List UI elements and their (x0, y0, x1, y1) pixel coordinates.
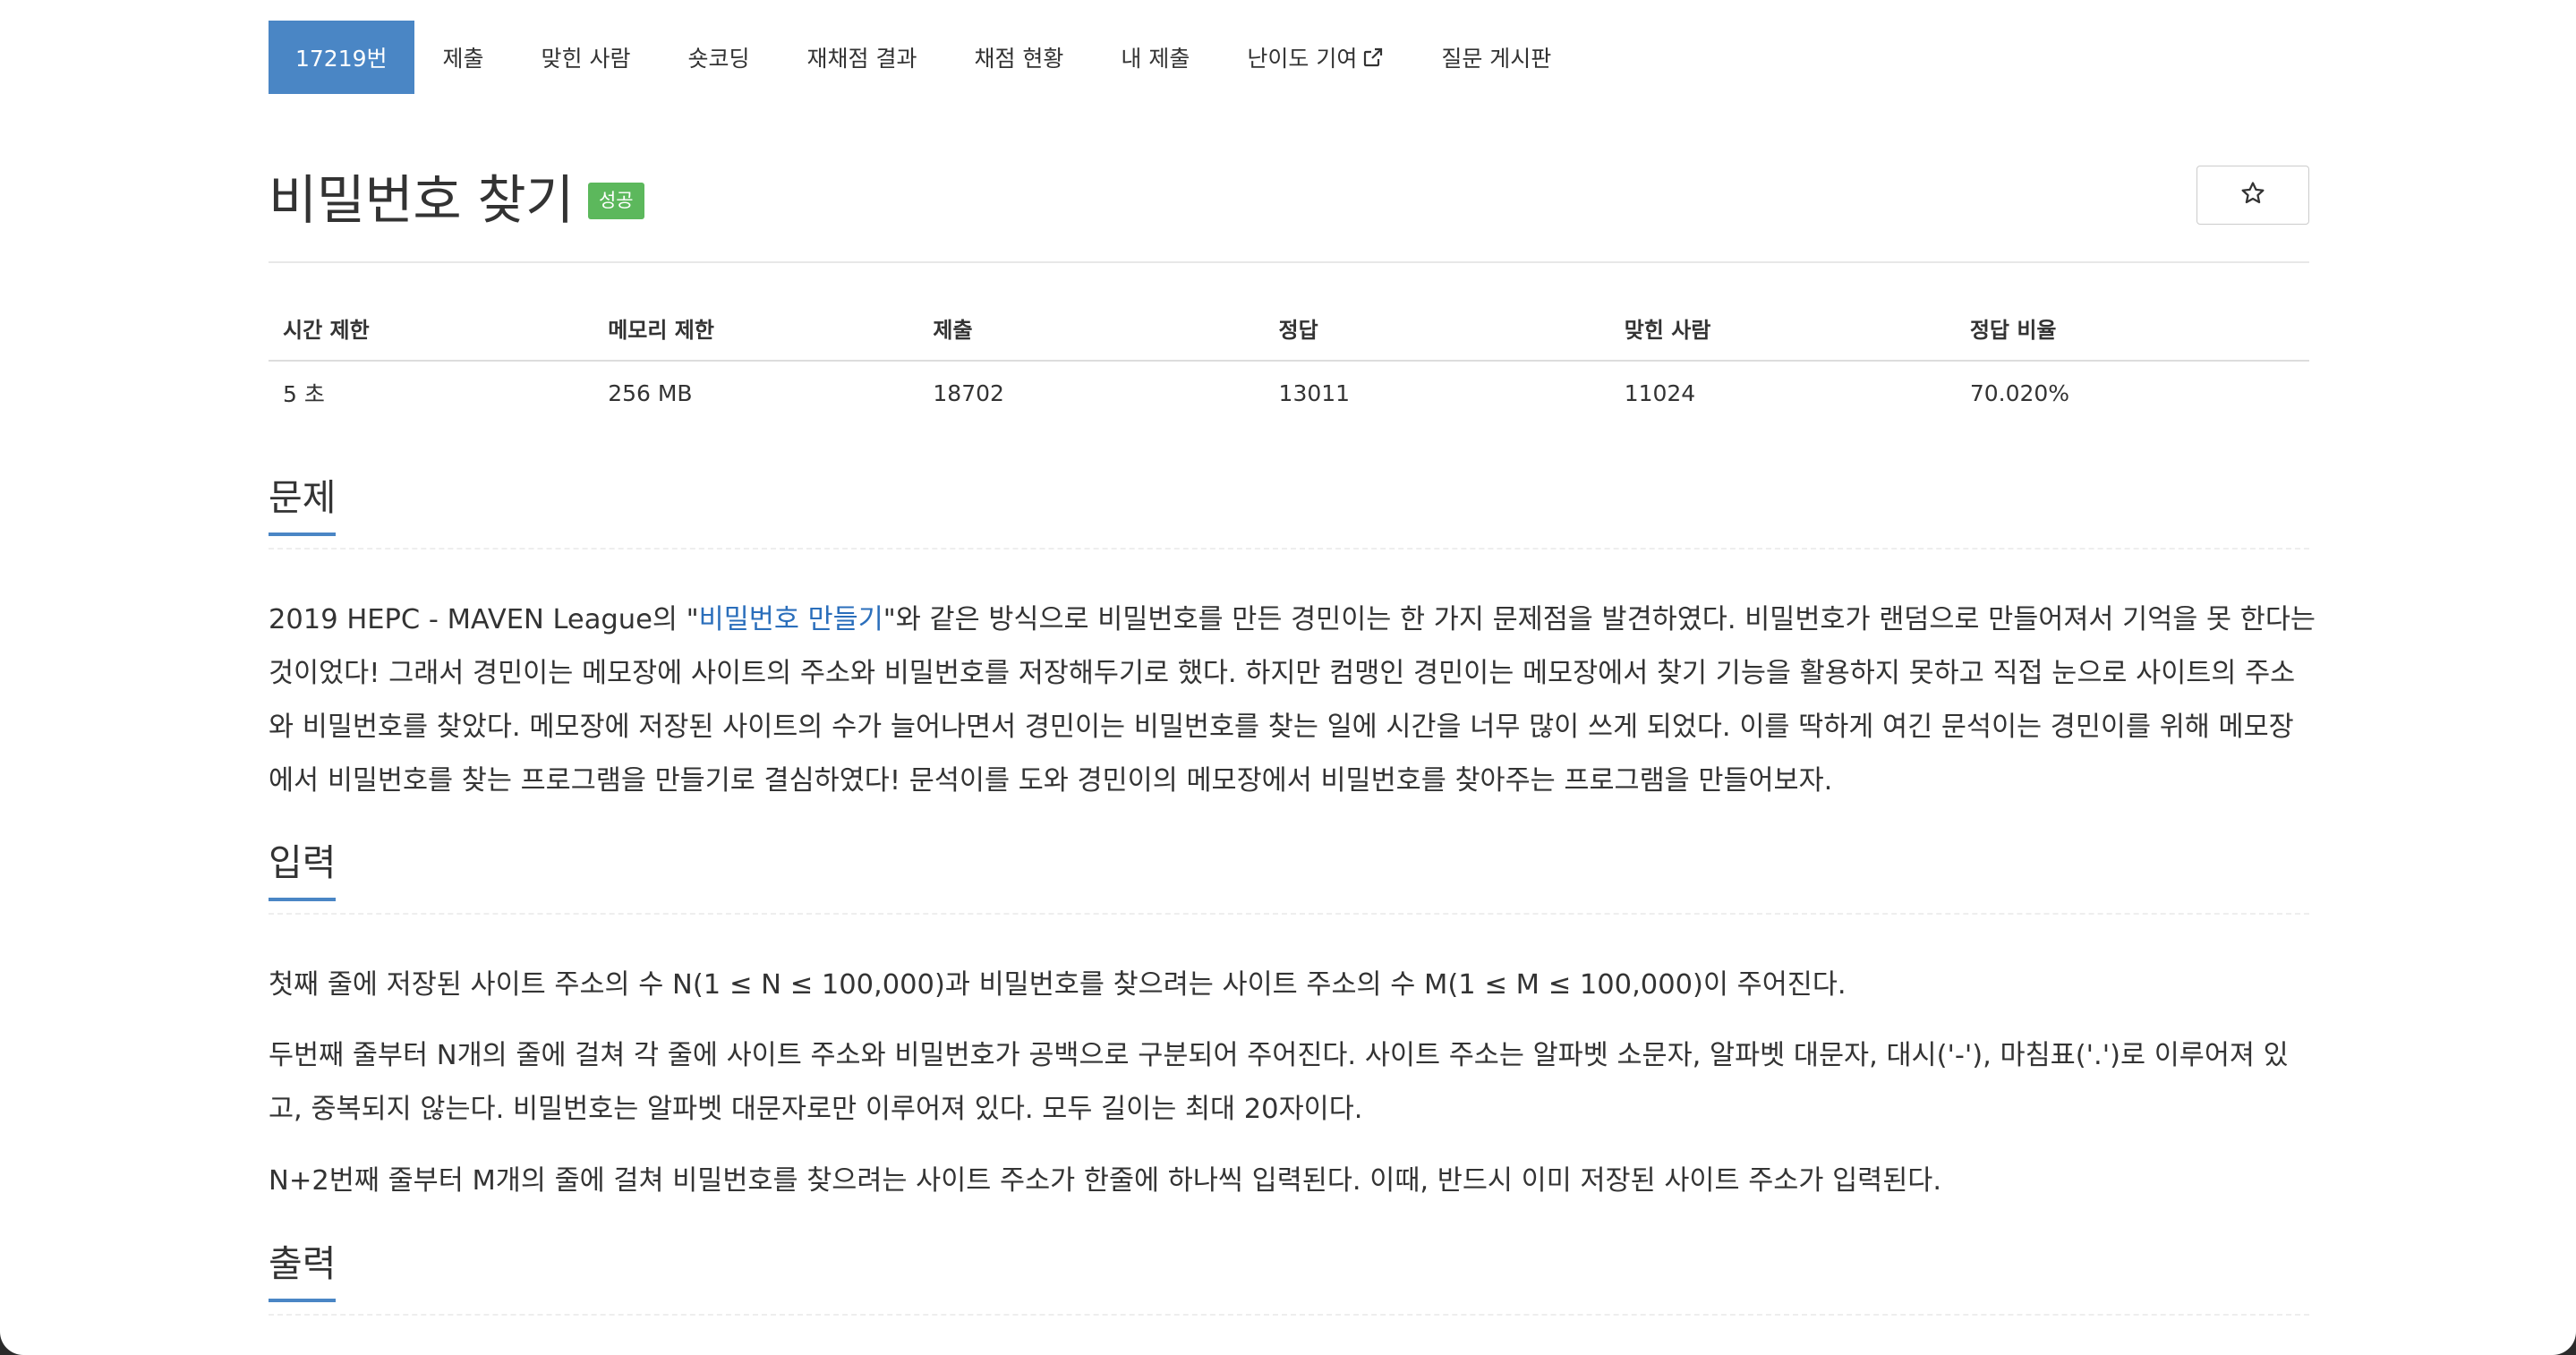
input-paragraph-1: 첫째 줄에 저장된 사이트 주소의 수 N(1 ≤ N ≤ 100,000)과 … (269, 969, 1847, 1001)
related-problem-link[interactable]: 비밀번호 만들기 (699, 604, 883, 635)
input-paragraph-2: 두번째 줄부터 N개의 줄에 걸쳐 각 줄에 사이트 주소와 비밀번호가 공백으… (269, 1040, 2289, 1125)
nav-tab-qna-board[interactable]: 질문 게시판 (1412, 21, 1580, 94)
output-title: 출력 (269, 1242, 337, 1303)
external-link-icon (1362, 47, 1384, 68)
output-section-header: 출력 (269, 1242, 2309, 1316)
input-title: 입력 (269, 841, 337, 902)
problem-stats-table: 시간 제한 메모리 제한 제출 정답 맞힌 사람 정답 비율 5 초 256 M… (269, 295, 2309, 424)
stats-header-ratio: 정답 비율 (1969, 317, 2057, 343)
description-section-header: 문제 (269, 476, 2309, 550)
stats-memory-limit: 256 MB (608, 379, 693, 406)
stats-time-limit: 5 초 (283, 381, 325, 407)
nav-tab-status[interactable]: 채점 현황 (945, 21, 1092, 94)
page: 17219번 제출 맞힌 사람 숏코딩 재채점 결과 채점 현황 내 제출 난이… (0, 0, 2576, 1355)
nav-tab-my-submissions[interactable]: 내 제출 (1092, 21, 1218, 94)
status-badge: 성공 (587, 182, 644, 219)
problem-header: 비밀번호 찾기 성공 (269, 159, 644, 231)
input-section-header: 입력 (269, 841, 2309, 915)
stats-header-time-limit: 시간 제한 (283, 317, 370, 343)
stats-submissions: 18702 (933, 379, 1004, 406)
stats-accepted: 13011 (1278, 379, 1351, 406)
description-text-start: 2019 HEPC - MAVEN League의 " (269, 604, 699, 635)
nav-tab-rejudge[interactable]: 재채점 결과 (779, 21, 946, 94)
nav-tab-difficulty-label: 난이도 기여 (1247, 46, 1358, 72)
stats-solvers: 11024 (1624, 379, 1696, 406)
nav-tab-solvers[interactable]: 맞힌 사람 (513, 21, 660, 94)
page-title: 비밀번호 찾기 (269, 168, 574, 231)
description-text: 2019 HEPC - MAVEN League의 "비밀번호 만들기"와 같은… (269, 593, 2318, 808)
problem-nav: 17219번 제출 맞힌 사람 숏코딩 재채점 결과 채점 현황 내 제출 난이… (269, 21, 1580, 94)
title-divider (269, 261, 2309, 263)
nav-tab-short-coding[interactable]: 숏코딩 (660, 21, 779, 94)
stats-header-row: 시간 제한 메모리 제한 제출 정답 맞힌 사람 정답 비율 (269, 295, 2309, 362)
stats-header-memory-limit: 메모리 제한 (608, 317, 714, 343)
stats-value-row: 5 초 256 MB 18702 13011 11024 70.020% (269, 362, 2309, 424)
nav-tab-difficulty[interactable]: 난이도 기여 (1218, 21, 1412, 94)
nav-tab-problem[interactable]: 17219번 (269, 21, 414, 94)
nav-tab-submit[interactable]: 제출 (414, 21, 513, 94)
stats-header-accepted: 정답 (1278, 317, 1318, 343)
stats-header-solvers: 맞힌 사람 (1624, 317, 1711, 343)
stats-header-submissions: 제출 (933, 317, 973, 343)
description-title: 문제 (269, 476, 337, 537)
stats-ratio: 70.020% (1969, 379, 2070, 406)
input-paragraph-3: N+2번째 줄부터 M개의 줄에 걸쳐 비밀번호를 찾으려는 사이트 주소가 한… (269, 1165, 1942, 1197)
star-outline-icon (2239, 180, 2266, 210)
favorite-button[interactable] (2196, 166, 2309, 225)
